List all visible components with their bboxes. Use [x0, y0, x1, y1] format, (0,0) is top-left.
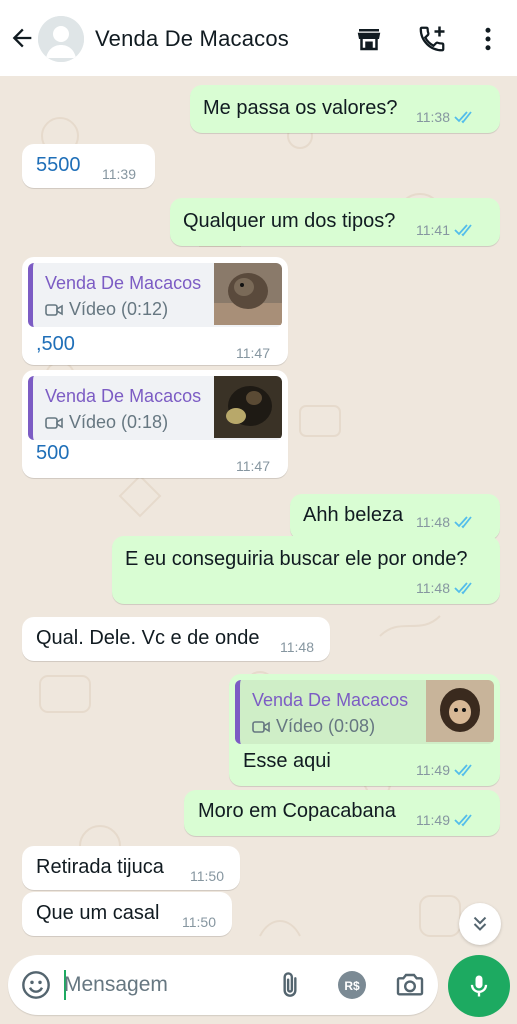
read-ticks-icon	[454, 111, 472, 124]
message-text: Me passa os valores?	[203, 97, 398, 119]
video-icon	[252, 720, 270, 733]
arrow-left-icon[interactable]	[8, 24, 36, 52]
paperclip-icon[interactable]	[274, 969, 306, 1001]
message-text: Retirada tijuca	[36, 856, 164, 878]
double-chevron-down-icon	[473, 916, 487, 931]
chat-header: Venda De Macacos	[0, 0, 517, 76]
message-list[interactable]: Me passa os valores? 11:38 5500 11:39 Qu…	[0, 76, 517, 946]
message-time: 11:48	[416, 580, 450, 596]
video-thumbnail	[214, 376, 282, 438]
message-bubble-outgoing[interactable]: Ahh beleza 11:48	[290, 494, 500, 540]
message-meta: 11:48	[416, 514, 476, 530]
quoted-sender: Venda De Macacos	[45, 273, 202, 293]
message-time: 11:50	[182, 914, 216, 930]
message-time: 11:48	[416, 514, 450, 530]
read-ticks-icon	[454, 814, 472, 827]
message-time: 11:47	[236, 458, 270, 474]
message-bubble-outgoing[interactable]: Qualquer um dos tipos? 11:41	[170, 198, 500, 246]
quoted-sender: Venda De Macacos	[252, 690, 409, 710]
default-avatar-icon	[38, 16, 84, 62]
message-meta: 11:49	[416, 762, 476, 778]
message-input[interactable]	[64, 969, 264, 1001]
message-time: 11:39	[102, 166, 136, 182]
read-ticks-icon	[454, 764, 472, 777]
video-thumbnail	[214, 263, 282, 325]
message-bubble-incoming[interactable]: Venda De Macacos Vídeo (0:18) 500 11:47	[22, 370, 288, 478]
message-text: ,500	[36, 333, 75, 355]
message-time: 11:38	[416, 109, 450, 125]
message-text: Moro em Copacabana	[198, 800, 396, 822]
scroll-to-bottom-button[interactable]	[459, 903, 501, 945]
quoted-video-reply[interactable]: Venda De Macacos Vídeo (0:12)	[28, 263, 282, 327]
real-currency-icon[interactable]: R$	[336, 969, 368, 1001]
quoted-video-reply[interactable]: Venda De Macacos Vídeo (0:08)	[235, 680, 494, 744]
read-ticks-icon	[454, 516, 472, 529]
message-bubble-outgoing[interactable]: Me passa os valores? 11:38	[190, 85, 500, 133]
avatar[interactable]	[38, 16, 84, 62]
add-call-icon[interactable]	[417, 24, 447, 54]
microphone-icon	[470, 975, 488, 997]
message-text: 5500	[36, 154, 81, 176]
message-time: 11:49	[416, 762, 450, 778]
message-bubble-incoming[interactable]: Venda De Macacos Vídeo (0:12) ,500 11:47	[22, 257, 288, 365]
message-text: Ahh beleza	[303, 504, 404, 526]
quoted-video-reply[interactable]: Venda De Macacos Vídeo (0:18)	[28, 376, 282, 440]
video-thumbnail	[426, 680, 494, 742]
message-time: 11:49	[416, 812, 450, 828]
contact-name[interactable]: Venda De Macacos	[95, 26, 289, 52]
message-meta: 11:41	[416, 222, 476, 238]
read-ticks-icon	[454, 582, 472, 595]
message-text: 500	[36, 442, 70, 464]
message-bubble-incoming[interactable]: 5500 11:39	[22, 144, 155, 188]
message-text: Esse aqui	[243, 750, 331, 772]
message-bubble-outgoing[interactable]: E eu conseguiria buscar ele por onde? 11…	[112, 536, 500, 604]
camera-icon[interactable]	[394, 969, 426, 1001]
message-time: 11:47	[236, 345, 270, 361]
more-vert-icon[interactable]	[473, 24, 503, 54]
video-icon	[45, 303, 63, 316]
voice-message-button[interactable]	[448, 955, 510, 1017]
video-icon	[45, 416, 63, 429]
message-time: 11:50	[190, 868, 224, 884]
quoted-media: Vídeo (0:08)	[252, 716, 375, 737]
message-meta: 11:49	[416, 812, 476, 828]
read-ticks-icon	[454, 224, 472, 237]
message-bubble-incoming[interactable]: Retirada tijuca 11:50	[22, 846, 240, 890]
message-text: Que um casal	[36, 902, 160, 924]
message-composer: R$	[8, 955, 438, 1015]
message-time: 11:48	[280, 639, 314, 655]
quoted-sender: Venda De Macacos	[45, 386, 202, 406]
message-meta: 11:38	[416, 109, 476, 125]
message-text: Qualquer um dos tipos?	[183, 210, 396, 232]
message-bubble-outgoing[interactable]: Venda De Macacos Vídeo (0:08) Esse aqui …	[229, 674, 500, 786]
quoted-media-label: Vídeo (0:08)	[276, 716, 376, 736]
message-bubble-incoming[interactable]: Que um casal 11:50	[22, 892, 232, 936]
storefront-icon[interactable]	[354, 24, 384, 54]
message-text: Qual. Dele. Vc e de onde	[36, 627, 260, 649]
message-text: E eu conseguiria buscar ele por onde?	[125, 548, 468, 570]
message-bubble-outgoing[interactable]: Moro em Copacabana 11:49	[184, 790, 500, 836]
message-bubble-incoming[interactable]: Qual. Dele. Vc e de onde 11:48	[22, 617, 330, 661]
message-meta: 11:48	[416, 580, 476, 596]
message-time: 11:41	[416, 222, 450, 238]
quoted-media: Vídeo (0:18)	[45, 412, 168, 433]
quoted-media: Vídeo (0:12)	[45, 299, 168, 320]
quoted-media-label: Vídeo (0:18)	[69, 412, 169, 432]
quoted-media-label: Vídeo (0:12)	[69, 299, 169, 319]
svg-text:R$: R$	[344, 979, 360, 993]
emoji-icon[interactable]	[20, 969, 52, 1001]
